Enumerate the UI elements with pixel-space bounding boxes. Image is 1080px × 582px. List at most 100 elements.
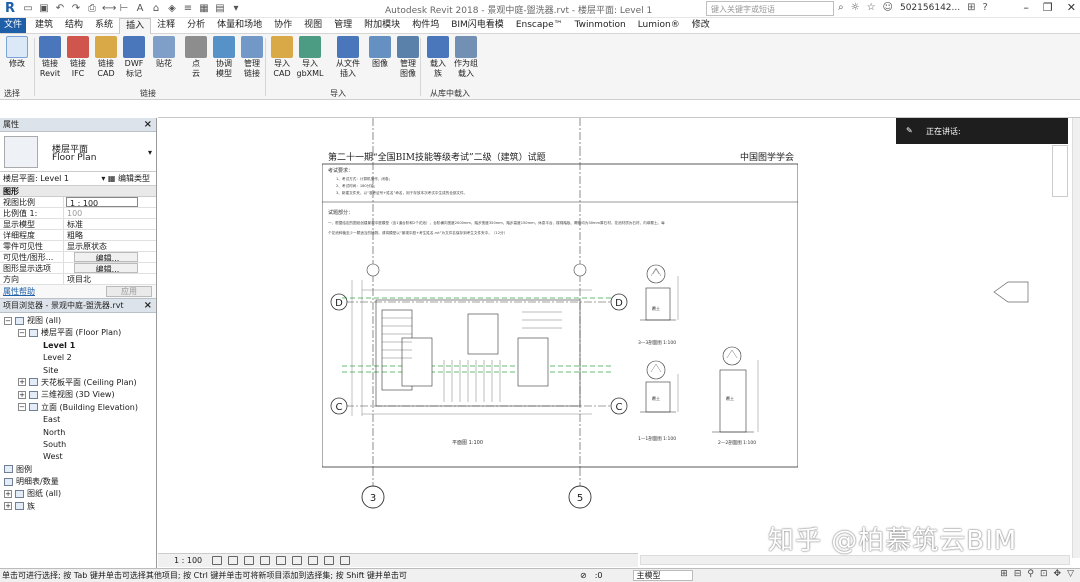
open-icon[interactable]: ▭: [22, 3, 34, 14]
tab-3[interactable]: 系统: [89, 18, 119, 33]
modify-button[interactable]: 修改: [2, 36, 32, 69]
tab-17[interactable]: 修改: [686, 18, 716, 33]
navigation-bar[interactable]: [1052, 145, 1068, 197]
view-scale[interactable]: 1 : 100: [174, 554, 202, 567]
tree-item[interactable]: − 楼层平面 (Floor Plan): [0, 327, 156, 339]
tree-item[interactable]: + 图纸 (all): [0, 488, 156, 500]
3d-view-icon[interactable]: ⌂: [150, 3, 162, 14]
filter-icon[interactable]: ▽: [1067, 569, 1074, 579]
tab-6[interactable]: 分析: [181, 18, 211, 33]
underlay-select-icon[interactable]: ⊟: [1014, 569, 1022, 579]
tree-item[interactable]: South: [0, 439, 156, 451]
ribbon-button-13[interactable]: 载入族: [424, 36, 452, 79]
help-icon[interactable]: ?: [983, 2, 988, 13]
tab-7[interactable]: 体量和场地: [211, 18, 268, 33]
property-value[interactable]: 100: [64, 208, 156, 218]
tree-item[interactable]: − 视图 (all): [0, 315, 156, 327]
face-select-icon[interactable]: ⊡: [1040, 569, 1048, 579]
subscription-icon[interactable]: ☼: [851, 2, 860, 13]
ribbon-button-10[interactable]: 从文件 插入: [334, 36, 362, 79]
property-value[interactable]: 粗略: [64, 230, 156, 240]
tab-2[interactable]: 结构: [59, 18, 89, 33]
pinned-select-icon[interactable]: ⚲: [1027, 569, 1034, 579]
tab-11[interactable]: 附加模块: [358, 18, 406, 33]
shadows-icon[interactable]: [260, 556, 271, 565]
collapse-icon[interactable]: −: [18, 328, 26, 337]
ribbon-button-11[interactable]: 图像: [366, 36, 394, 69]
text-icon[interactable]: A: [134, 3, 146, 14]
tab-9[interactable]: 视图: [298, 18, 328, 33]
print-icon[interactable]: ⎙: [86, 3, 98, 14]
expand-icon[interactable]: +: [18, 378, 26, 387]
tree-item[interactable]: + 天花板平面 (Ceiling Plan): [0, 377, 156, 389]
ribbon-button-4[interactable]: 贴花: [150, 36, 178, 69]
user-name[interactable]: 502156142...: [900, 3, 960, 13]
ribbon-button-14[interactable]: 作为组 载入: [452, 36, 480, 79]
user-icon[interactable]: ☺: [883, 2, 893, 13]
tab-10[interactable]: 管理: [328, 18, 358, 33]
restore-icon[interactable]: ❐: [1043, 1, 1053, 14]
close-hidden-icon[interactable]: ▦: [198, 3, 210, 14]
expand-icon[interactable]: +: [4, 502, 12, 511]
tab-1[interactable]: 建筑: [29, 18, 59, 33]
tree-item[interactable]: 明细表/数量: [0, 476, 156, 488]
property-value[interactable]: 显示原状态: [64, 241, 156, 251]
tree-item[interactable]: 图例: [0, 464, 156, 476]
visual-style-icon[interactable]: [228, 556, 239, 565]
select-group-label[interactable]: 选择: [4, 88, 20, 99]
expand-icon[interactable]: +: [18, 390, 26, 399]
tree-item[interactable]: Level 2: [0, 352, 156, 364]
ribbon-button-5[interactable]: 点云: [182, 36, 210, 79]
chevron-down-icon[interactable]: ▾: [148, 148, 152, 157]
revit-logo[interactable]: R: [2, 1, 18, 17]
switch-windows-icon[interactable]: ▤: [214, 3, 226, 14]
analytical-model-icon[interactable]: [340, 556, 351, 565]
property-value[interactable]: 标准: [64, 219, 156, 229]
ribbon-button-2[interactable]: 链接 CAD: [92, 36, 120, 79]
detail-level-icon[interactable]: [212, 556, 223, 565]
graphics-section[interactable]: 图形: [0, 186, 156, 197]
ribbon-button-3[interactable]: DWF 标记: [120, 36, 148, 79]
minimize-icon[interactable]: –: [1023, 1, 1029, 14]
link-select-icon[interactable]: ⊞: [1000, 569, 1008, 579]
undo-icon[interactable]: ↶: [54, 3, 66, 14]
ribbon-button-6[interactable]: 协调 模型: [210, 36, 238, 79]
redo-icon[interactable]: ↷: [70, 3, 82, 14]
ribbon-button-8[interactable]: 导入 CAD: [268, 36, 296, 79]
properties-help-link[interactable]: 属性帮助: [3, 287, 35, 296]
tree-item[interactable]: Site: [0, 365, 156, 377]
tab-14[interactable]: Enscape™: [510, 18, 569, 33]
edit-button[interactable]: 编辑...: [74, 263, 138, 273]
temporary-hide-icon[interactable]: [308, 556, 319, 565]
property-value[interactable]: 项目北: [64, 274, 156, 284]
ribbon-button-7[interactable]: 管理 链接: [238, 36, 266, 79]
crop-view-icon[interactable]: [276, 556, 287, 565]
tree-item[interactable]: + 三维视图 (3D View): [0, 389, 156, 401]
tree-item[interactable]: North: [0, 427, 156, 439]
worksets-icon[interactable]: ⊘: [580, 569, 587, 582]
tree-item[interactable]: West: [0, 451, 156, 463]
thin-lines-icon[interactable]: ≡: [182, 3, 194, 14]
type-selector[interactable]: 楼层平面 Floor Plan ▾: [0, 132, 156, 172]
tab-16[interactable]: Lumion®: [632, 18, 686, 33]
tab-4[interactable]: 插入: [119, 17, 152, 34]
tab-5[interactable]: 注释: [151, 18, 181, 33]
sun-path-icon[interactable]: [244, 556, 255, 565]
collapse-icon[interactable]: −: [4, 316, 12, 325]
measure-icon[interactable]: ⟷: [102, 3, 116, 14]
edit-type-button[interactable]: ▾ ▦ 编辑类型: [101, 172, 150, 185]
tree-item[interactable]: East: [0, 414, 156, 426]
tree-item[interactable]: Level 1: [0, 340, 156, 352]
tab-0[interactable]: 文件: [0, 18, 27, 33]
expand-icon[interactable]: +: [4, 489, 12, 498]
ribbon-button-1[interactable]: 链接 IFC: [64, 36, 92, 79]
ribbon-button-9[interactable]: 导入 gbXML: [296, 36, 324, 79]
ribbon-button-12[interactable]: 管理 图像: [394, 36, 422, 79]
ribbon-button-0[interactable]: 链接 Revit: [36, 36, 64, 79]
reveal-hidden-icon[interactable]: [324, 556, 335, 565]
drag-select-icon[interactable]: ✥: [1054, 569, 1062, 579]
close-icon[interactable]: ×: [144, 299, 152, 312]
save-icon[interactable]: ▣: [38, 3, 50, 14]
tab-12[interactable]: 构件坞: [406, 18, 445, 33]
cart-icon[interactable]: ⊞: [967, 2, 975, 13]
